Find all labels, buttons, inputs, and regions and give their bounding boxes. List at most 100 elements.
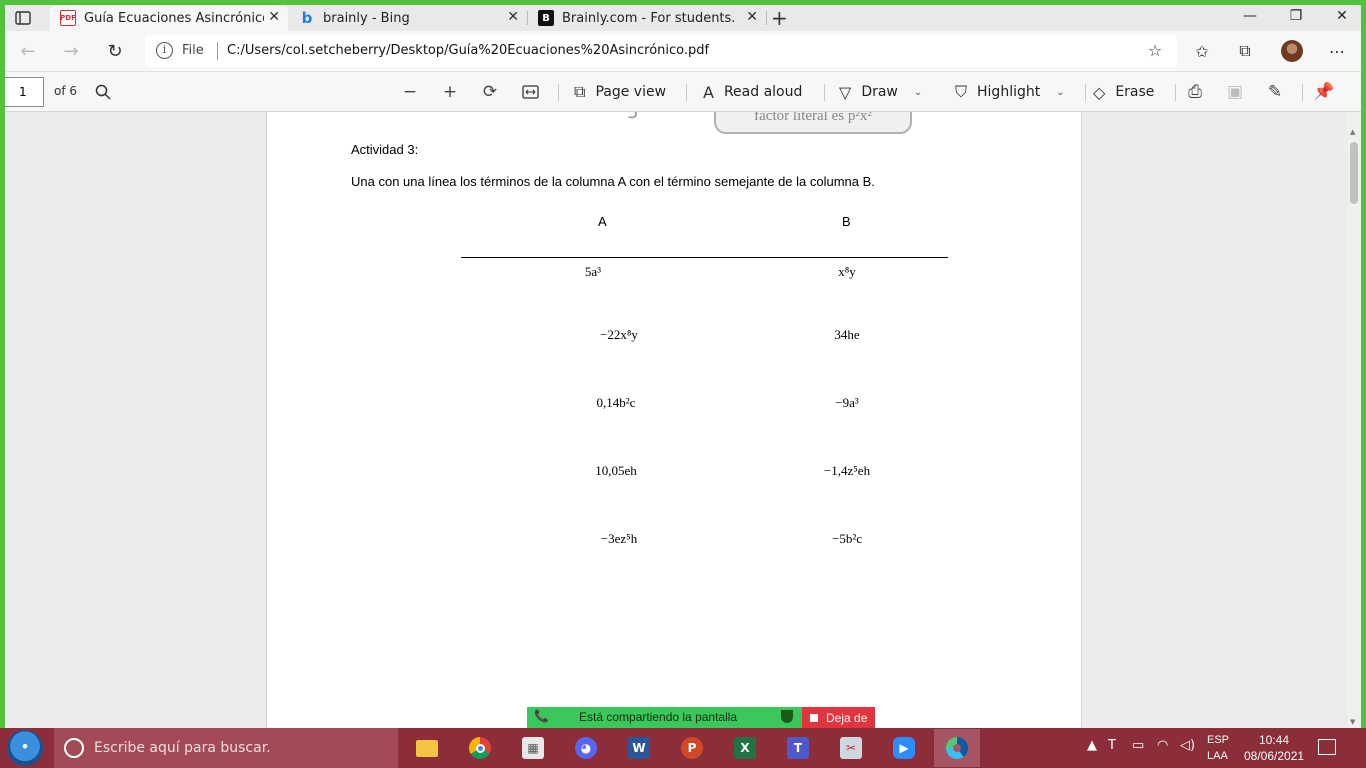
taskbar-search[interactable]: Escribe aquí para buscar. bbox=[54, 728, 398, 768]
taskbar-app[interactable]: ▦ bbox=[510, 732, 556, 764]
new-tab-icon[interactable]: + bbox=[771, 6, 788, 30]
zoom-in-icon[interactable]: + bbox=[440, 82, 460, 102]
term-a-2: −22x⁸y bbox=[600, 327, 638, 342]
activity-instruction: Una con una línea los términos de la col… bbox=[351, 174, 875, 189]
taskbar-discord[interactable]: ◕ bbox=[563, 732, 609, 764]
screen-share-banner: 📞 Está compartiendo la pantalla Deja de bbox=[527, 707, 875, 728]
clock[interactable]: 10:44 08/06/2021 bbox=[1244, 732, 1304, 764]
close-tab-icon[interactable]: ✕ bbox=[507, 9, 519, 25]
omnibox-divider bbox=[217, 42, 218, 60]
browser-window: PDF Guía Ecuaciones Asincrónico.pdf ✕ b … bbox=[5, 5, 1361, 728]
toolbar-divider bbox=[1175, 84, 1176, 101]
chevron-down-icon[interactable]: ⌄ bbox=[1056, 87, 1064, 98]
tab-title: Guía Ecuaciones Asincrónico.pdf bbox=[84, 10, 264, 26]
close-tab-icon[interactable]: ✕ bbox=[268, 9, 280, 25]
draw-label: Draw bbox=[861, 84, 898, 100]
print-icon[interactable]: ⎙ bbox=[1185, 82, 1205, 102]
taskbar-snipping[interactable]: ✂ bbox=[828, 732, 874, 764]
tab-pdf[interactable]: PDF Guía Ecuaciones Asincrónico.pdf ✕ bbox=[50, 5, 288, 31]
draw-button[interactable]: ▽ Draw ⌄ bbox=[839, 79, 922, 105]
highlight-label: Highlight bbox=[977, 84, 1041, 100]
favorites-icon[interactable]: ✩ bbox=[1192, 41, 1212, 61]
taskbar-teams[interactable]: T bbox=[775, 732, 821, 764]
scroll-up-icon[interactable]: ▲ bbox=[1350, 128, 1355, 136]
taskbar-excel[interactable]: X bbox=[722, 732, 768, 764]
draw-icon: ▽ bbox=[839, 82, 852, 102]
taskbar-edge[interactable] bbox=[934, 729, 980, 767]
pin-toolbar-icon[interactable]: 📌 bbox=[1313, 82, 1334, 102]
minimize-icon[interactable]: — bbox=[1227, 5, 1273, 27]
save-as-icon[interactable]: ✎ bbox=[1265, 82, 1285, 102]
page-view-button[interactable]: ⧉ Page view bbox=[574, 79, 666, 105]
start-button[interactable] bbox=[7, 730, 43, 766]
forward-icon[interactable]: → bbox=[60, 40, 82, 62]
document-viewport[interactable]: 5 factor literal es p²x² Actividad 3: Un… bbox=[5, 112, 1361, 728]
language-indicator[interactable]: ESP LAA bbox=[1207, 732, 1229, 764]
cortana-icon bbox=[64, 738, 84, 758]
app-icon: ▦ bbox=[522, 737, 544, 759]
close-window-icon[interactable]: ✕ bbox=[1319, 5, 1361, 27]
previous-figure-number: 5 bbox=[627, 112, 639, 123]
term-a-5: −3ez⁵h bbox=[600, 531, 638, 546]
term-b-2: 34he bbox=[834, 327, 860, 342]
snipping-tool-icon: ✂ bbox=[840, 737, 862, 759]
close-tab-icon[interactable]: ✕ bbox=[746, 9, 758, 25]
taskbar-chrome[interactable] bbox=[457, 732, 503, 764]
tab-actions-icon[interactable] bbox=[13, 8, 33, 28]
taskbar-zoom[interactable]: ▶ bbox=[881, 732, 927, 764]
tab-bing[interactable]: b brainly - Bing ✕ bbox=[289, 5, 527, 31]
page-number-input[interactable]: 1 bbox=[5, 77, 44, 107]
term-b-3: −9a³ bbox=[835, 395, 859, 410]
refresh-icon[interactable]: ↻ bbox=[104, 40, 126, 62]
volume-icon[interactable]: ◁) bbox=[1180, 738, 1195, 753]
save-icon[interactable]: ▣ bbox=[1225, 82, 1245, 102]
eraser-icon: ◇ bbox=[1093, 82, 1106, 102]
sharing-indicator: 📞 Está compartiendo la pantalla bbox=[527, 707, 802, 728]
restore-icon[interactable]: ❐ bbox=[1273, 5, 1319, 27]
taskbar-word[interactable]: W bbox=[616, 732, 662, 764]
column-b-header: B bbox=[842, 214, 851, 229]
rotate-icon[interactable]: ⟳ bbox=[480, 82, 500, 102]
search-icon[interactable] bbox=[93, 82, 113, 102]
term-a-1: 5a³ bbox=[584, 264, 602, 279]
stop-sharing-button[interactable]: Deja de bbox=[802, 707, 875, 728]
add-favorite-icon[interactable]: ☆ bbox=[1145, 40, 1165, 60]
scroll-down-icon[interactable]: ▼ bbox=[1350, 718, 1355, 726]
info-icon[interactable]: i bbox=[156, 42, 173, 59]
tab-brainly[interactable]: B Brainly.com - For students. By stu ✕ bbox=[528, 5, 766, 31]
folder-icon bbox=[416, 739, 438, 757]
show-hidden-icons-icon[interactable]: ▲ bbox=[1087, 738, 1097, 753]
header-rule bbox=[461, 257, 948, 258]
more-menu-icon[interactable]: ⋯ bbox=[1327, 41, 1347, 61]
wifi-icon[interactable]: ◠ bbox=[1157, 738, 1168, 753]
taskbar-file-explorer[interactable] bbox=[404, 732, 450, 764]
url-text[interactable]: C:/Users/col.setcheberry/Desktop/Guía%20… bbox=[227, 43, 709, 58]
scheme-label: File bbox=[182, 43, 204, 58]
tab-title: brainly - Bing bbox=[323, 10, 410, 26]
omnibox[interactable]: i File C:/Users/col.setcheberry/Desktop/… bbox=[145, 35, 1177, 67]
word-icon: W bbox=[628, 737, 650, 759]
avatar[interactable] bbox=[1281, 40, 1303, 62]
stop-sharing-label: Deja de bbox=[826, 710, 868, 725]
vertical-scrollbar[interactable]: ▲ ▼ bbox=[1347, 112, 1361, 728]
term-b-1: x⁸y bbox=[838, 264, 856, 279]
erase-button[interactable]: ◇ Erase bbox=[1093, 79, 1154, 105]
zoom-out-icon[interactable]: − bbox=[400, 82, 420, 102]
scrollbar-thumb[interactable] bbox=[1350, 142, 1358, 204]
collections-icon[interactable]: ⧉ bbox=[1235, 41, 1255, 61]
back-icon[interactable]: ← bbox=[17, 40, 39, 62]
search-placeholder: Escribe aquí para buscar. bbox=[94, 740, 271, 756]
pdf-page: 5 factor literal es p²x² Actividad 3: Un… bbox=[266, 112, 1082, 728]
battery-icon[interactable]: ▭ bbox=[1132, 738, 1144, 753]
zoom-icon: ▶ bbox=[893, 737, 915, 759]
language-code: ESP bbox=[1207, 734, 1230, 746]
highlight-button[interactable]: ⛉ Highlight ⌄ bbox=[955, 79, 1065, 105]
notifications-icon[interactable] bbox=[1318, 739, 1336, 755]
taskbar-powerpoint[interactable]: P bbox=[669, 732, 715, 764]
teams-icon: T bbox=[787, 737, 809, 759]
excel-icon: X bbox=[734, 737, 756, 759]
fit-page-icon[interactable] bbox=[520, 82, 540, 102]
chevron-down-icon[interactable]: ⌄ bbox=[914, 87, 922, 98]
read-aloud-button[interactable]: A Read aloud bbox=[703, 79, 802, 105]
teams-tray-icon[interactable]: T bbox=[1108, 738, 1116, 753]
